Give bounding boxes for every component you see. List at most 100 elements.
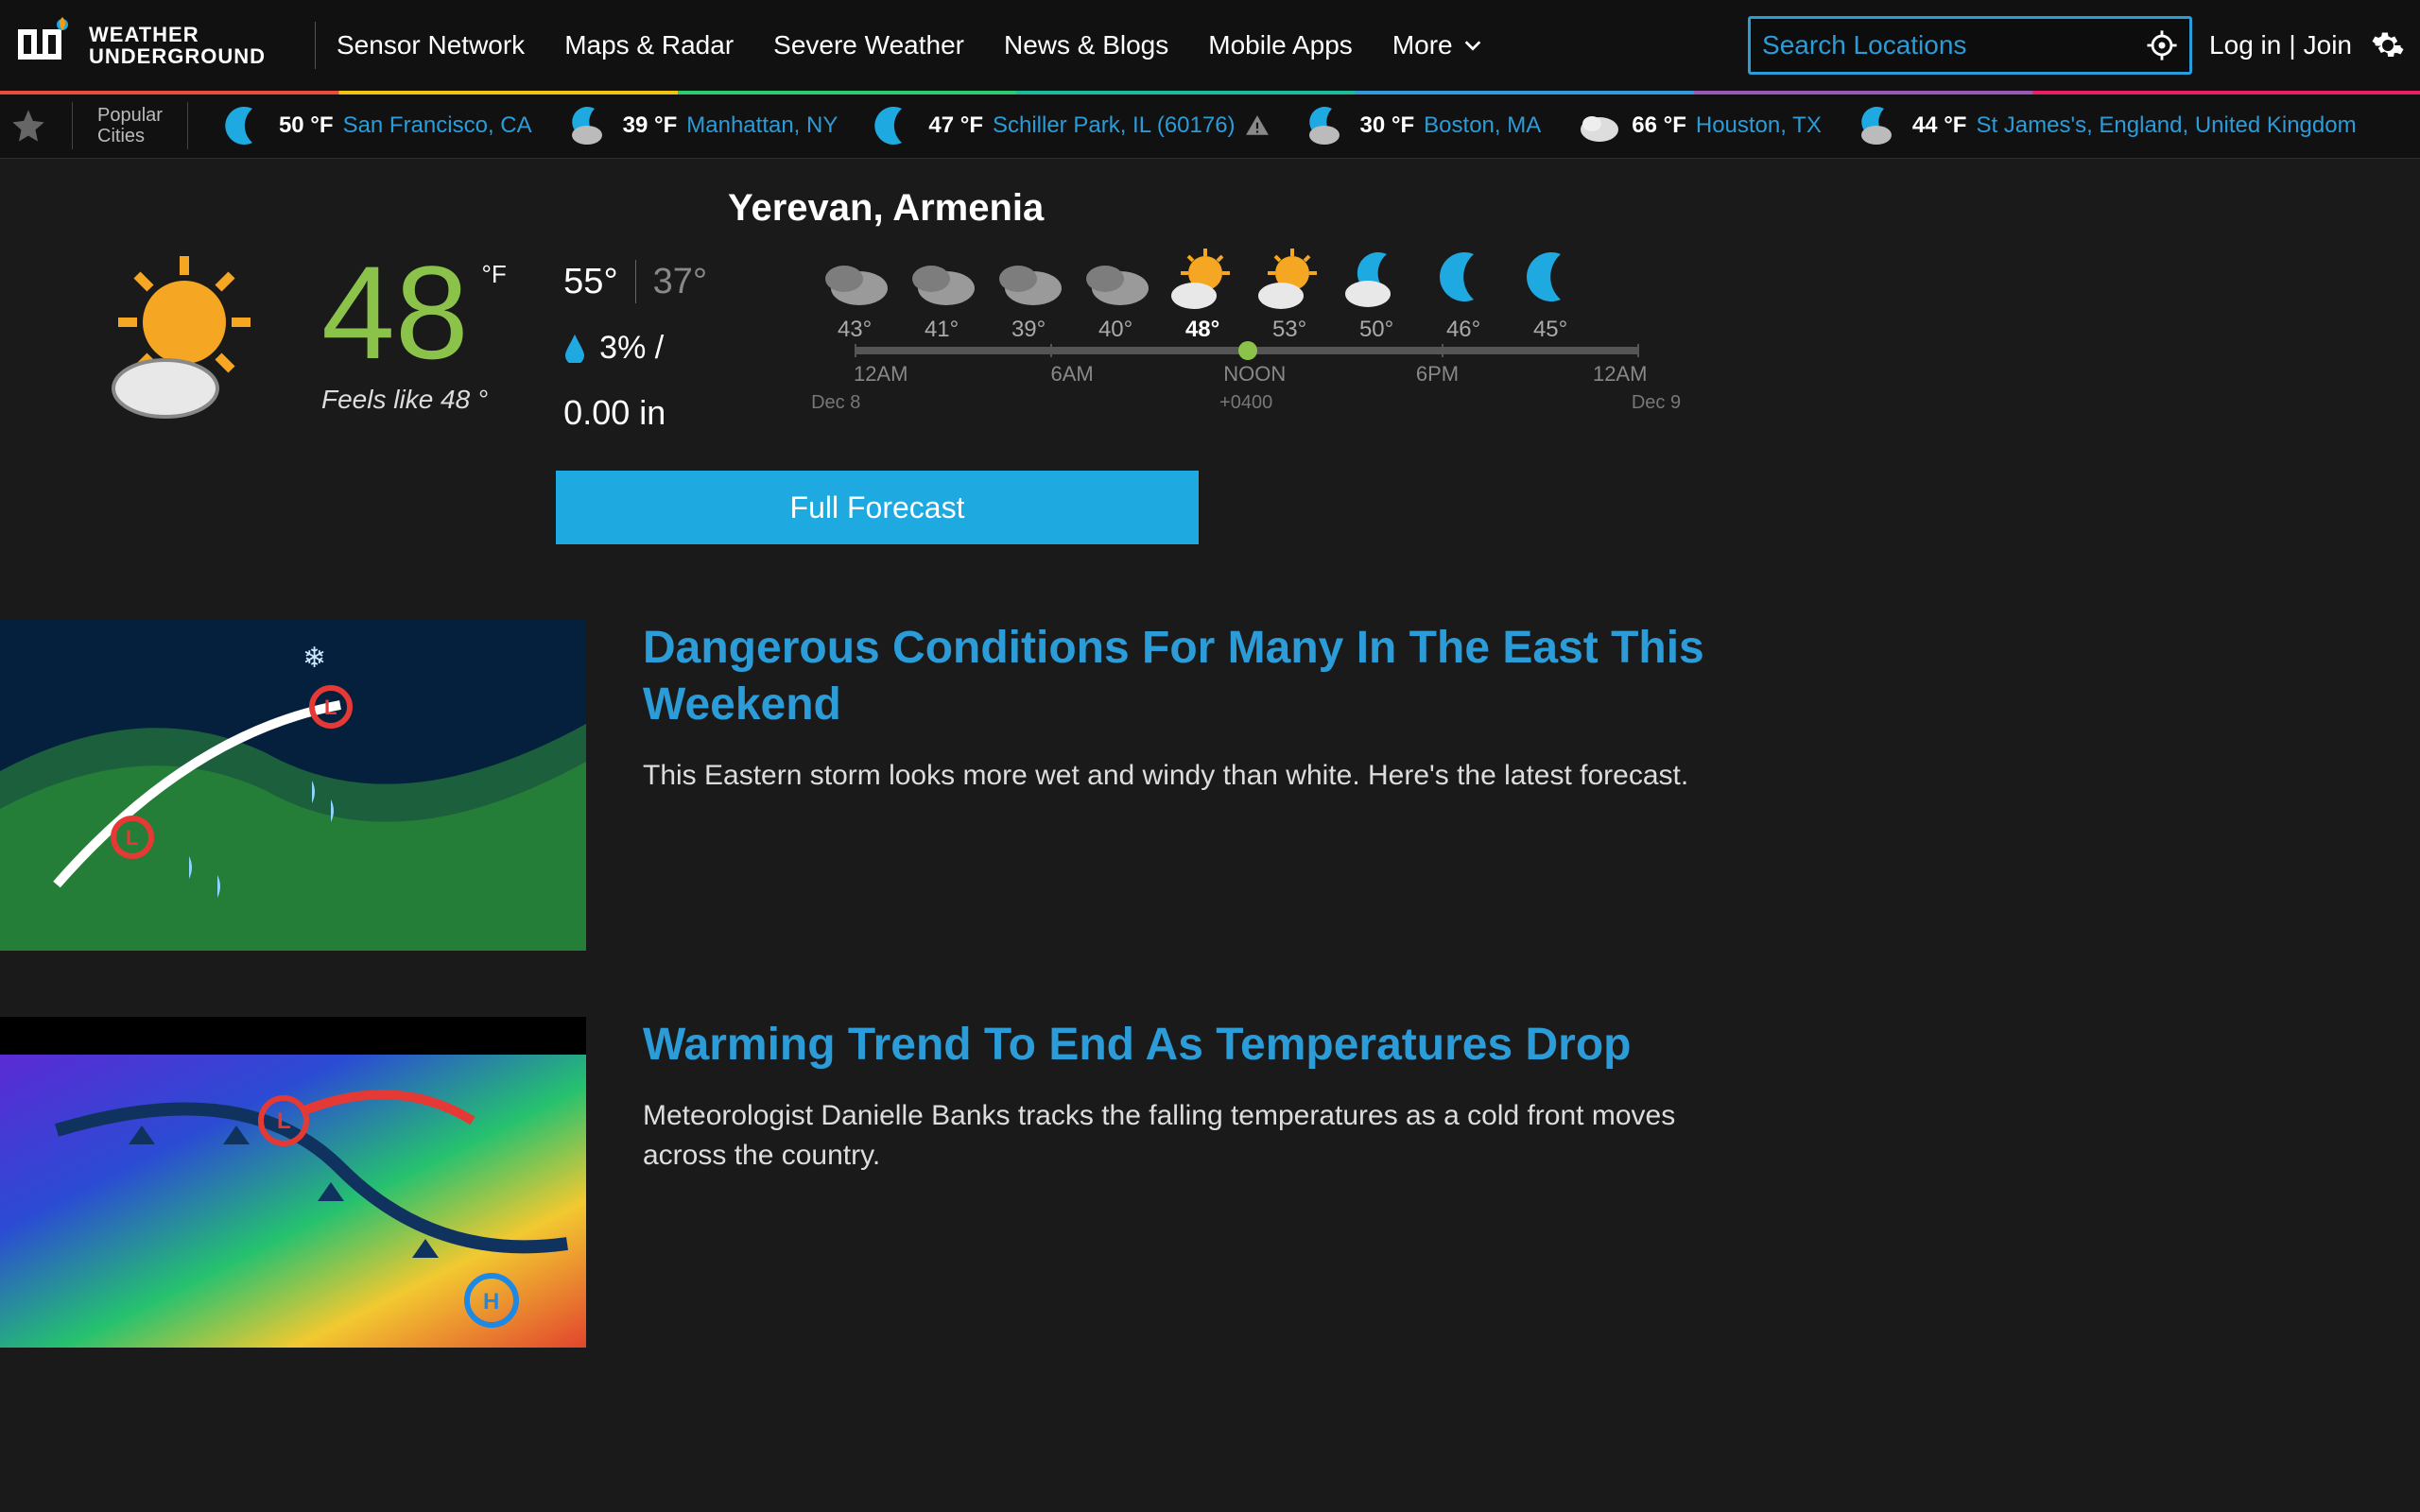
main-nav-links: Sensor Network Maps & Radar Severe Weath… [337,30,1483,60]
time-labels: 12AM 6AM NOON 6PM 12AM [811,362,1681,387]
precip-amount: 0.00 in [563,393,707,433]
top-nav: WEATHER UNDERGROUND Sensor Network Maps … [0,0,2420,93]
city-temp: 50 °F [279,112,334,139]
hi-temp: 55° [563,262,617,302]
article-thumbnail[interactable]: L H [0,1017,586,1348]
mostly-cloudy-night-icon [568,103,614,148]
hourly-slot[interactable]: 39° [985,247,1072,343]
brand-line-1: WEATHER [89,24,266,45]
locate-icon[interactable] [2146,29,2178,61]
article-title[interactable]: Dangerous Conditions For Many In The Eas… [643,620,1739,733]
search-box[interactable] [1748,16,2192,75]
article-item: L H Warming Trend To End As Temperatures… [0,1017,2420,1348]
hourly-forecast: 43° 41° 39° 40° 48° 53° 50° 46° 45° 12AM 6AM NOO… [811,247,1681,417]
nav-more[interactable]: More [1392,30,1483,60]
brand-line-2: UNDERGROUND [89,45,266,67]
city-name[interactable]: Houston, TX [1696,112,1822,139]
city-item[interactable]: 44 °F St James's, England, United Kingdo… [1846,103,2368,148]
moon-icon [224,103,269,148]
nav-severe[interactable]: Severe Weather [773,30,964,60]
hourly-temp: 41° [925,317,959,343]
date-start: Dec 8 [811,392,860,414]
divider [315,22,316,69]
city-temp: 39 °F [623,112,678,139]
partly-sunny-icon [95,247,284,421]
nav-maps-radar[interactable]: Maps & Radar [564,30,734,60]
search-input[interactable] [1762,30,2146,60]
current-conditions: Yerevan, Armenia 48 °F Feels like 48 ° [0,159,2420,544]
current-temp-value: 48 [321,238,469,387]
city-name[interactable]: Boston, MA [1424,112,1541,139]
city-item[interactable]: 50 °F San Francisco, CA [213,103,544,148]
logo-icon [15,15,76,76]
warning-icon [1245,113,1270,138]
city-item[interactable]: 66 °F Houston, TX [1565,103,1833,148]
hourly-temp: 48° [1185,317,1219,343]
city-temp: 66 °F [1632,112,1686,139]
lo-temp: 37° [653,262,707,302]
brand-logo[interactable]: WEATHER UNDERGROUND [15,15,266,76]
divider [187,102,188,149]
city-name[interactable]: Manhattan, NY [686,112,838,139]
hourly-slot[interactable]: 46° [1420,247,1507,343]
nav-sensor-network[interactable]: Sensor Network [337,30,525,60]
city-temp: 47 °F [928,112,983,139]
svg-text:L: L [126,826,138,850]
mostly-cloudy-night-icon [1858,103,1903,148]
hourly-slot[interactable]: 41° [898,247,985,343]
time-label: 12AM [854,362,908,387]
city-name[interactable]: Schiller Park, IL (60176) [993,112,1236,139]
city-item[interactable]: 30 °F Boston, MA [1294,103,1553,148]
mostly-cloudy-night-icon [1305,103,1351,148]
articles-list: L L ❄ Dangerous Conditions For Many In T… [0,620,2420,1348]
current-temp: 48 °F [321,247,469,379]
hourly-temp: 39° [1011,317,1046,343]
article-title[interactable]: Warming Trend To End As Temperatures Dro… [643,1017,1739,1074]
popular-label-1: Popular [97,105,163,126]
hourly-slot[interactable]: 43° [811,247,898,343]
time-axis [855,347,1637,354]
city-temp: 44 °F [1912,112,1967,139]
precip-chance: 3% / [563,330,707,367]
city-item[interactable]: 47 °F Schiller Park, IL (60176) [862,103,1280,148]
article-desc: This Eastern storm looks more wet and wi… [643,756,1739,796]
hourly-slot[interactable]: 45° [1507,247,1594,343]
time-label: 6AM [1050,362,1093,387]
chevron-down-icon [1462,35,1483,56]
hourly-slot[interactable]: 50° [1333,247,1420,343]
article-thumbnail[interactable]: L L ❄ [0,620,586,951]
join-link[interactable]: Join [2304,30,2352,60]
rainbow-divider [0,91,2420,94]
nav-more-label: More [1392,30,1453,60]
feels-like: Feels like 48 ° [321,385,488,415]
star-icon[interactable] [9,107,47,145]
article-item: L L ❄ Dangerous Conditions For Many In T… [0,620,2420,951]
city-temp: 30 °F [1360,112,1415,139]
popular-label: Popular Cities [97,105,163,146]
date-labels: Dec 8 +0400 Dec 9 [811,392,1681,417]
gear-icon[interactable] [2371,28,2405,62]
popular-label-2: Cities [97,126,163,146]
hourly-temp: 45° [1533,317,1567,343]
date-end: Dec 9 [1632,392,1681,414]
svg-text:❄: ❄ [302,643,326,674]
login-link[interactable]: Log in [2209,30,2281,60]
full-forecast-button[interactable]: Full Forecast [556,471,1199,544]
divider [635,260,636,303]
popular-cities-bar: Popular Cities 50 °F San Francisco, CA 3… [0,93,2420,159]
article-desc: Meteorologist Danielle Banks tracks the … [643,1096,1739,1176]
city-name[interactable]: St James's, England, United Kingdom [1976,112,2356,139]
city-item[interactable]: 39 °F Manhattan, NY [557,103,850,148]
city-name[interactable]: San Francisco, CA [343,112,532,139]
raindrop-icon [563,335,586,363]
hourly-temp: 50° [1359,317,1393,343]
nav-news-blogs[interactable]: News & Blogs [1004,30,1168,60]
current-temp-unit: °F [481,262,506,286]
hourly-temp: 53° [1272,317,1306,343]
nav-mobile-apps[interactable]: Mobile Apps [1208,30,1353,60]
hourly-slot[interactable]: 48° [1159,247,1246,343]
time-label: NOON [1223,362,1286,387]
hourly-slot[interactable]: 53° [1246,247,1333,343]
hourly-slot[interactable]: 40° [1072,247,1159,343]
brand-name: WEATHER UNDERGROUND [89,24,266,67]
